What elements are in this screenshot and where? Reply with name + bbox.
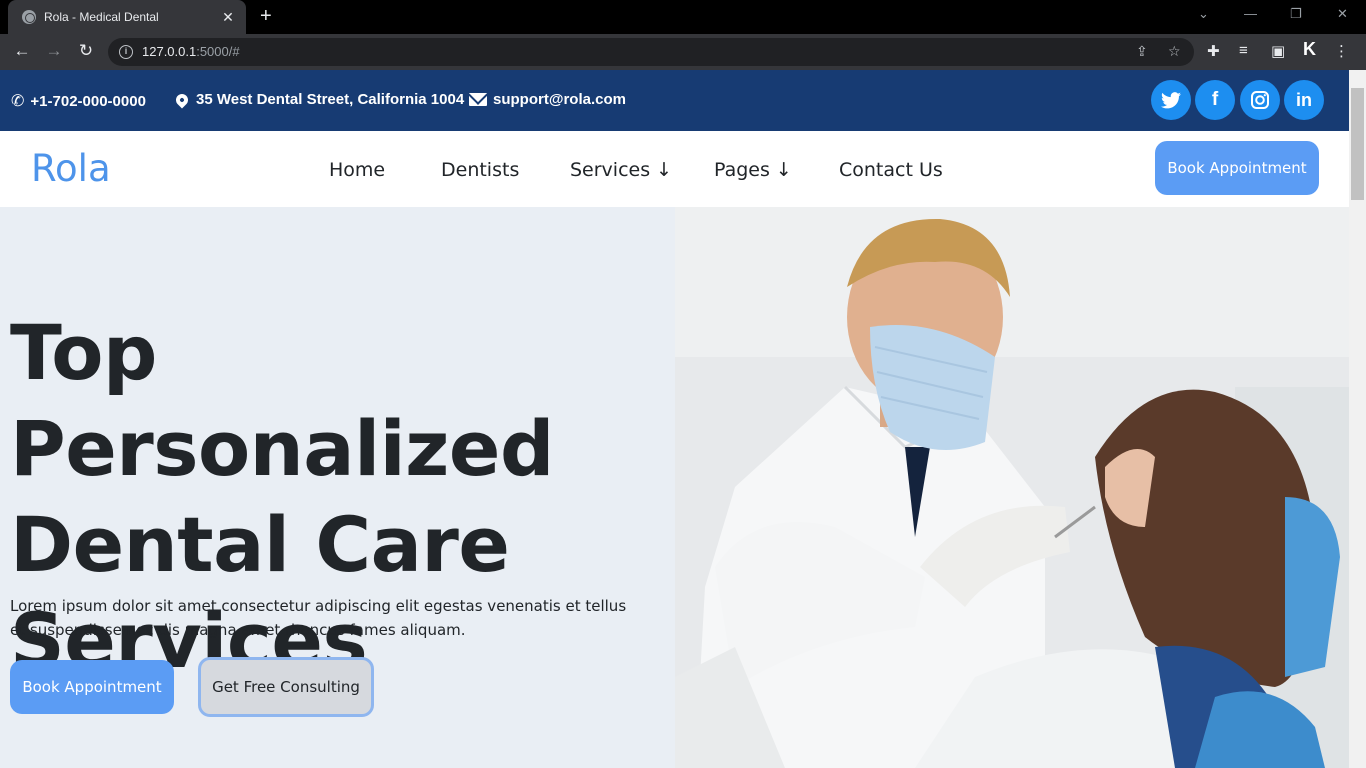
linkedin-icon[interactable]: in: [1284, 80, 1324, 120]
bookmark-star-icon[interactable]: ☆: [1168, 43, 1181, 60]
browser-menu-icon[interactable]: ⋮: [1334, 42, 1349, 60]
browser-tab[interactable]: Rola - Medical Dental ✕: [8, 0, 246, 34]
browser-toolbar: ← → ↻ i 127.0.0.1:5000/# ⇪ ☆ ✚ ≡ ▣ K ⋮: [0, 34, 1366, 70]
scrollbar-thumb[interactable]: [1351, 88, 1364, 200]
nav-pages[interactable]: Pages ↓: [714, 159, 792, 181]
hero-section: Top Personalized Dental Care Services Lore…: [0, 207, 675, 768]
tab-close-icon[interactable]: ✕: [220, 9, 236, 26]
email-info[interactable]: support@rola.com: [469, 91, 626, 108]
back-arrow-icon[interactable]: ←: [11, 41, 33, 61]
browser-tab-bar: Rola - Medical Dental ✕ + ⌄ — ❐ ✕: [0, 0, 1366, 34]
hero-photo-dentist-with-patient: [675, 207, 1349, 768]
tab-title: Rola - Medical Dental: [44, 10, 159, 24]
extensions-puzzle-icon[interactable]: ✚: [1207, 42, 1220, 60]
address-bar[interactable]: i 127.0.0.1:5000/# ⇪ ☆: [108, 38, 1194, 66]
hero-description: Lorem ipsum dolor sit amet consectetur a…: [10, 597, 627, 639]
nav-contact-us[interactable]: Contact Us: [839, 159, 943, 181]
phone-number: +1-702-000-0000: [30, 92, 146, 110]
share-icon[interactable]: ⇪: [1136, 43, 1148, 60]
url-text[interactable]: 127.0.0.1:5000/#: [142, 44, 240, 59]
twitter-icon[interactable]: [1151, 80, 1191, 120]
site-info-icon[interactable]: i: [119, 45, 133, 59]
address-text: 35 West Dental Street, California 1004: [196, 91, 465, 108]
nav-dentists[interactable]: Dentists: [441, 159, 519, 181]
page-scrollbar[interactable]: [1349, 70, 1366, 768]
envelope-icon: [469, 93, 487, 106]
nav-services[interactable]: Services ↓: [570, 159, 672, 181]
restore-icon[interactable]: ❐: [1290, 6, 1302, 22]
location-pin-icon: [173, 91, 191, 108]
minimize-icon[interactable]: —: [1244, 6, 1257, 21]
header-book-appointment-button[interactable]: Book Appointment: [1155, 141, 1319, 195]
contact-info-bar: ✆ +1-702-000-0000 35 West Dental Street,…: [0, 70, 1349, 131]
new-tab-button[interactable]: +: [260, 6, 272, 26]
tab-search-icon[interactable]: ⌄: [1198, 6, 1209, 22]
side-panel-icon[interactable]: ▣: [1271, 42, 1285, 60]
forward-arrow-icon[interactable]: →: [43, 41, 65, 61]
phone-icon: ✆: [11, 93, 25, 110]
hero-book-appointment-button[interactable]: Book Appointment: [10, 660, 174, 714]
site-header: Rola Home Dentists Services ↓ Pages ↓ Co…: [0, 131, 1349, 207]
get-free-consulting-button[interactable]: Get Free Consulting: [198, 657, 374, 717]
media-queue-icon[interactable]: ≡: [1239, 42, 1248, 59]
phone-info[interactable]: ✆ +1-702-000-0000: [11, 91, 146, 111]
facebook-icon[interactable]: f: [1195, 80, 1235, 120]
page-viewport: ✆ +1-702-000-0000 35 West Dental Street,…: [0, 70, 1349, 768]
site-logo[interactable]: Rola: [31, 147, 111, 190]
instagram-icon[interactable]: [1240, 80, 1280, 120]
profile-k-icon[interactable]: K: [1303, 39, 1316, 60]
window-close-icon[interactable]: ✕: [1337, 6, 1348, 22]
nav-home[interactable]: Home: [329, 159, 385, 181]
email-address: support@rola.com: [493, 91, 626, 108]
globe-icon: [22, 10, 36, 24]
address-info: 35 West Dental Street, California 1004: [173, 91, 465, 108]
reload-icon[interactable]: ↻: [75, 41, 97, 61]
